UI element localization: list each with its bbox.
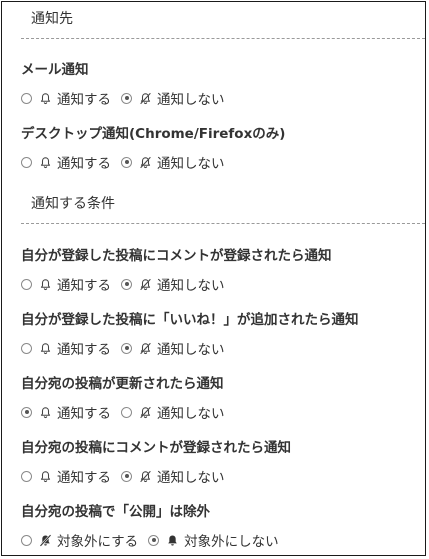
setting-group-like-on-my-post: 自分が登録した投稿に「いいね！」が追加されたら通知 通知する 通知しない (21, 310, 419, 358)
bell-slash-icon (140, 278, 151, 290)
setting-title: メール通知 (21, 62, 89, 78)
radio-option-no-notify[interactable]: 通知しない (121, 466, 225, 486)
radio-option-notify[interactable]: 通知する (21, 402, 111, 422)
section-title: 通知する条件 (31, 196, 115, 212)
radio-button[interactable] (21, 278, 32, 290)
radio-button[interactable] (21, 156, 32, 168)
setting-title: 自分が登録した投稿に「いいね！」が追加されたら通知 (21, 312, 359, 328)
bell-slash-icon (140, 156, 151, 168)
radio-option-not-exclude[interactable]: 対象外にしない (148, 530, 279, 550)
setting-title: 自分宛の投稿にコメントが登録されたら通知 (21, 440, 291, 456)
radio-option-no-notify[interactable]: 通知しない (121, 402, 225, 422)
radio-button[interactable] (121, 156, 132, 168)
setting-group-desktop: デスクトップ通知(Chrome/Firefoxのみ) 通知する 通知しない (21, 124, 419, 172)
radio-button[interactable] (121, 92, 132, 104)
radio-option-notify[interactable]: 通知する (21, 88, 111, 108)
radio-button[interactable] (21, 534, 32, 546)
radio-option-no-notify[interactable]: 通知しない (121, 274, 225, 294)
option-label: 通知する (57, 278, 111, 294)
radio-button[interactable] (21, 406, 32, 418)
bell-icon (40, 156, 51, 168)
setting-group-email: メール通知 通知する 通知しない (21, 60, 419, 108)
option-label: 対象外にする (57, 534, 139, 550)
option-label: 通知する (57, 156, 111, 172)
option-label: 通知しない (157, 342, 225, 358)
option-label: 通知する (57, 406, 111, 422)
setting-title: デスクトップ通知(Chrome/Firefoxのみ) (21, 126, 286, 142)
bell-solid-icon (168, 534, 177, 546)
bell-slash-icon (140, 342, 151, 354)
radio-option-notify[interactable]: 通知する (21, 338, 111, 358)
option-label: 通知しない (157, 470, 225, 486)
option-label: 通知しない (157, 406, 225, 422)
radio-option-notify[interactable]: 通知する (21, 274, 111, 294)
section-heading-destination: 通知先 (21, 2, 425, 39)
option-label: 通知しない (157, 156, 225, 172)
radio-button[interactable] (21, 92, 32, 104)
radio-option-exclude[interactable]: 対象外にする (21, 530, 138, 550)
radio-option-notify[interactable]: 通知する (21, 466, 111, 486)
setting-group-comment-on-my-post: 自分が登録した投稿にコメントが登録されたら通知 通知する 通知しない (21, 246, 419, 294)
radio-button[interactable] (121, 278, 132, 290)
setting-group-exclude-public: 自分宛の投稿で「公開」は除外 対象外にする 対象外にしない (21, 502, 419, 550)
option-label: 通知しない (157, 92, 225, 108)
bell-icon (40, 342, 51, 354)
radio-button[interactable] (148, 534, 160, 546)
option-label: 通知しない (157, 278, 225, 294)
bell-slash-icon (140, 92, 151, 104)
setting-group-comment-on-post-to-me: 自分宛の投稿にコメントが登録されたら通知 通知する 通知しない (21, 438, 419, 486)
radio-button[interactable] (121, 342, 132, 354)
section-title: 通知先 (31, 11, 73, 27)
option-label: 対象外にしない (184, 534, 279, 550)
setting-title: 自分宛の投稿で「公開」は除外 (21, 504, 210, 520)
bell-slash-icon (140, 470, 151, 482)
option-label: 通知する (57, 342, 111, 358)
bell-slash-icon (140, 406, 151, 418)
bell-icon (40, 406, 51, 418)
setting-group-post-to-me-updated: 自分宛の投稿が更新されたら通知 通知する 通知しない (21, 374, 419, 422)
setting-title: 自分が登録した投稿にコメントが登録されたら通知 (21, 248, 332, 264)
radio-option-no-notify[interactable]: 通知しない (121, 88, 225, 108)
radio-button[interactable] (121, 470, 132, 482)
radio-option-notify[interactable]: 通知する (21, 152, 111, 172)
bell-icon (40, 92, 51, 104)
notification-settings-panel: 通知先 メール通知 通知する 通知しない デスクトップ通知(Chrome/Fir… (1, 1, 426, 556)
radio-option-no-notify[interactable]: 通知しない (121, 338, 225, 358)
radio-option-no-notify[interactable]: 通知しない (121, 152, 225, 172)
section-heading-conditions: 通知する条件 (21, 187, 425, 224)
bell-slash-solid-icon (39, 533, 52, 547)
option-label: 通知する (57, 92, 111, 108)
setting-title: 自分宛の投稿が更新されたら通知 (21, 376, 224, 392)
option-label: 通知する (57, 470, 111, 486)
radio-button[interactable] (121, 406, 132, 418)
bell-icon (40, 470, 51, 482)
radio-button[interactable] (21, 470, 32, 482)
radio-button[interactable] (21, 342, 32, 354)
bell-icon (40, 278, 51, 290)
